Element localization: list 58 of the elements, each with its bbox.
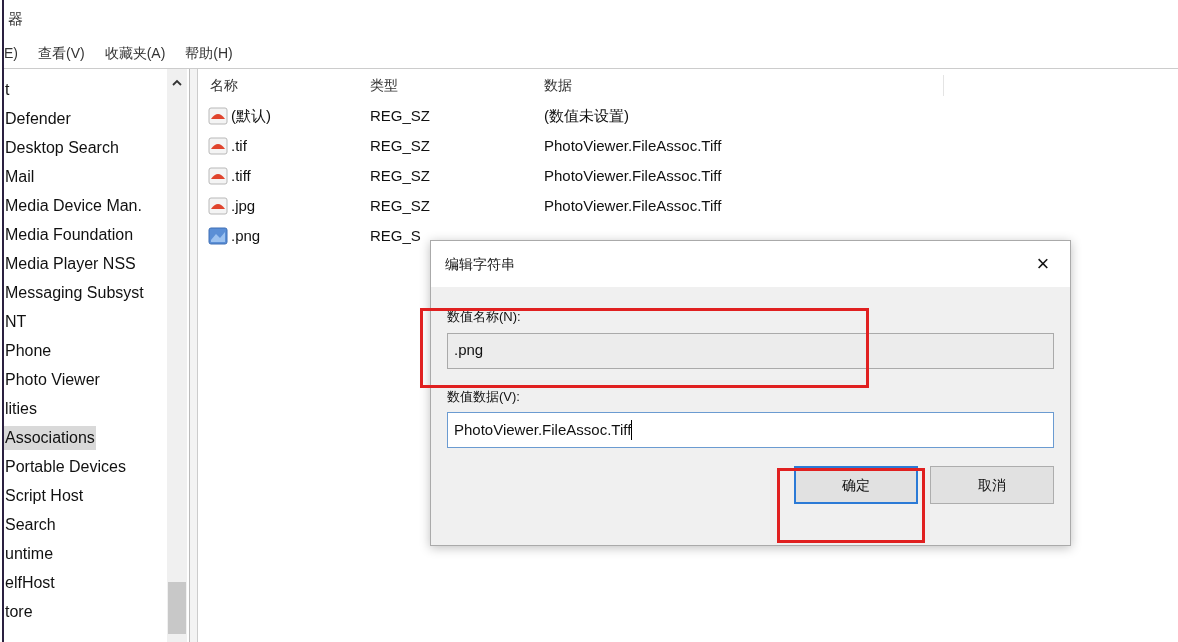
field-text: PhotoViewer.FileAssoc.Tiff xyxy=(454,419,632,440)
value-type: REG_SZ xyxy=(370,105,431,126)
scrollbar-thumb[interactable] xyxy=(168,582,186,634)
tree-item[interactable]: Phone xyxy=(4,338,53,363)
string-value-icon xyxy=(208,167,228,185)
tree-item[interactable]: untime xyxy=(4,541,55,566)
tree-item[interactable]: Script Host xyxy=(4,483,85,508)
value-name: .tiff xyxy=(231,165,251,186)
value-name: .tif xyxy=(231,135,247,156)
tree-item[interactable]: Media Device Man. xyxy=(4,193,143,218)
value-name-field[interactable]: .png xyxy=(447,332,1054,369)
value-type: REG_S xyxy=(370,225,422,246)
value-data: PhotoViewer.FileAssoc.Tiff xyxy=(544,165,722,186)
value-data: (数值未设置) xyxy=(544,105,629,126)
tree-item[interactable]: lities xyxy=(4,396,38,421)
string-value-icon xyxy=(208,197,228,215)
window-title: 器 xyxy=(8,8,23,29)
tree-item[interactable]: Defender xyxy=(4,106,72,131)
binary-value-icon xyxy=(208,227,228,245)
tree-item[interactable]: Messaging Subsyst xyxy=(4,280,145,305)
tree-item[interactable]: NT xyxy=(4,309,28,334)
dialog-title: 编辑字符串 xyxy=(445,254,515,274)
tree-item[interactable]: Media Foundation xyxy=(4,222,135,247)
scroll-up-icon[interactable] xyxy=(172,79,182,87)
value-type: REG_SZ xyxy=(370,165,431,186)
value-name: .png xyxy=(231,225,261,246)
value-type: REG_SZ xyxy=(370,135,431,156)
tree-item[interactable]: Photo Viewer xyxy=(4,367,101,392)
value-type: REG_SZ xyxy=(370,195,431,216)
tree-item[interactable]: Mail xyxy=(4,164,36,189)
tree-item[interactable]: Portable Devices xyxy=(4,454,127,479)
tree-item[interactable]: Desktop Search xyxy=(4,135,120,160)
tree-item[interactable]: Search xyxy=(4,512,57,537)
menu-item[interactable]: 收藏夹(A) xyxy=(104,42,166,64)
tree-item[interactable]: tore xyxy=(4,599,34,624)
string-value-icon xyxy=(208,107,228,125)
column-header[interactable]: 数据 xyxy=(544,74,944,96)
value-data-field[interactable]: PhotoViewer.FileAssoc.Tiff xyxy=(447,412,1054,448)
tree-item[interactable]: t xyxy=(4,77,11,102)
value-name: (默认) xyxy=(231,105,271,126)
string-value-icon xyxy=(208,137,228,155)
pane-splitter[interactable] xyxy=(190,69,198,642)
value-data: PhotoViewer.FileAssoc.Tiff xyxy=(544,135,722,156)
value-data: PhotoViewer.FileAssoc.Tiff xyxy=(544,195,722,216)
tree-item[interactable]: Associations xyxy=(4,425,96,450)
field-label: 数值名称(N): xyxy=(447,308,522,326)
close-button[interactable]: × xyxy=(1028,249,1058,279)
menu-item[interactable]: E) xyxy=(4,42,18,64)
field-label: 数值数据(V): xyxy=(447,387,521,406)
tree-item[interactable]: Media Player NSS xyxy=(4,251,137,276)
column-header[interactable]: 类型 xyxy=(370,74,544,96)
column-header[interactable]: 名称 xyxy=(198,74,370,96)
value-name: .jpg xyxy=(231,195,256,216)
dialog-button[interactable]: 取消 xyxy=(930,466,1054,504)
menu-item[interactable]: 帮助(H) xyxy=(185,42,233,64)
menu-item[interactable]: 查看(V) xyxy=(38,42,85,64)
scrollbar[interactable] xyxy=(167,69,187,642)
tree-item[interactable]: elfHost xyxy=(4,570,56,595)
